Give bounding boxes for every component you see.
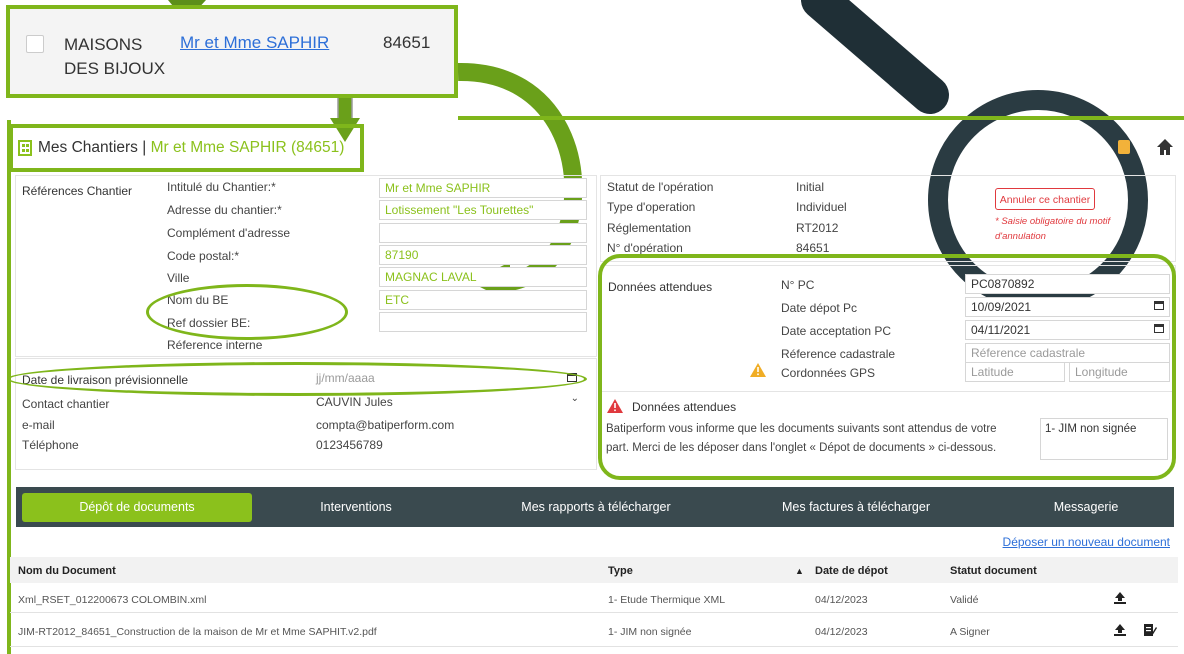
ville-input[interactable]: MAGNAC LAVAL [379, 267, 587, 287]
table-row-1-type: 1- Etude Thermique XML [608, 594, 726, 606]
contact-select[interactable]: CAUVIN Jules ⌄ [310, 393, 585, 411]
intitule-input[interactable]: Mr et Mme SAPHIR [379, 178, 587, 198]
nom-be-input[interactable]: ETC [379, 290, 587, 310]
table-row-1-status: Validé [950, 594, 979, 606]
row-divider [10, 646, 1178, 647]
op-label-reglementation: Réglementation [607, 221, 692, 235]
op-value-numero: 84651 [796, 241, 830, 255]
phone-value: 0123456789 [316, 438, 383, 452]
tab-interventions[interactable]: Interventions [286, 487, 426, 527]
table-row-1-name: Xml_RSET_012200673 COLOMBIN.xml [18, 594, 207, 606]
col-header-name[interactable]: Nom du Document [18, 565, 116, 577]
magnifier-handle [801, 0, 949, 114]
op-label-numero: N° d'opération [607, 241, 683, 255]
upload-icon[interactable] [1113, 623, 1127, 642]
contact-select-value: CAUVIN Jules [316, 395, 393, 409]
be-highlight-oval [146, 284, 348, 340]
building-icon [18, 140, 32, 156]
col-header-type[interactable]: Type [608, 565, 633, 577]
tab-depot-documents[interactable]: Dépôt de documents [22, 493, 252, 522]
tab-messagerie[interactable]: Messagerie [1026, 487, 1146, 527]
complement-input[interactable] [379, 223, 587, 243]
row-divider [10, 612, 1178, 613]
table-row-2-status: A Signer [950, 626, 990, 638]
op-value-statut: Initial [796, 180, 825, 194]
livraison-highlight-oval [7, 362, 587, 396]
lock-icon[interactable] [1118, 140, 1130, 154]
upload-new-document-link[interactable]: Déposer un nouveau document [1003, 535, 1170, 549]
list-row-name-line1: MAISONS [64, 35, 143, 54]
page-title-label: Mes Chantiers | [38, 139, 147, 156]
op-label-statut: Statut de l'opération [607, 180, 714, 194]
phone-label: Téléphone [22, 438, 79, 452]
ref-be-input[interactable] [379, 312, 587, 332]
list-row-code: 84651 [383, 33, 431, 52]
table-row-2-type: 1- JIM non signée [608, 626, 692, 638]
email-value: compta@batiperform.com [316, 418, 455, 432]
row-checkbox[interactable] [26, 35, 44, 53]
client-link[interactable]: Mr et Mme SAPHIR [180, 33, 329, 53]
email-label: e-mail [22, 418, 55, 432]
table-row-2-date: 04/12/2023 [815, 626, 868, 638]
contact-label: Contact chantier [22, 397, 110, 411]
col-header-date[interactable]: Date de dépot [815, 565, 888, 577]
col-header-status[interactable]: Statut document [950, 565, 1037, 577]
home-icon[interactable] [1156, 138, 1174, 156]
field-label-ville: Ville [167, 271, 190, 285]
cancel-note: * Saisie obligatoire du motif d'annulati… [995, 216, 1111, 242]
adresse-input[interactable]: Lotissement "Les Tourettes" [379, 200, 587, 220]
cancel-chantier-button[interactable]: Annuler ce chantier [995, 188, 1095, 210]
tab-factures[interactable]: Mes factures à télécharger [751, 487, 961, 527]
tab-rapports[interactable]: Mes rapports à télécharger [486, 487, 706, 527]
table-row-2-name: JIM-RT2012_84651_Construction de la mais… [18, 626, 377, 638]
chevron-down-icon: ⌄ [570, 393, 579, 404]
page-title-chantier: Mr et Mme SAPHIR (84651) [150, 139, 345, 156]
references-section-label: Références Chantier [22, 184, 133, 198]
field-label-code-postal: Code postal:* [167, 249, 240, 263]
op-label-type: Type d'operation [607, 200, 696, 214]
table-row-1-date: 04/12/2023 [815, 594, 868, 606]
code-postal-input[interactable]: 87190 [379, 245, 587, 265]
page-title: Mes Chantiers | Mr et Mme SAPHIR (84651) [38, 139, 344, 157]
op-value-reglementation: RT2012 [796, 221, 839, 235]
tab-bar: Dépôt de documents Interventions Mes rap… [16, 487, 1174, 527]
field-label-adresse: Adresse du chantier:* [167, 203, 282, 217]
field-label-complement: Complément d'adresse [167, 226, 291, 240]
list-row-name-line2: DES BIJOUX [64, 59, 166, 78]
op-value-type: Individuel [796, 200, 847, 214]
sort-asc-icon[interactable]: ▲ [795, 566, 804, 576]
field-label-ref-interne: Réference interne [167, 338, 263, 352]
donnees-highlight-box [598, 254, 1176, 480]
list-row-name: MAISONS DES BIJOUX [64, 33, 165, 81]
sign-document-icon[interactable] [1143, 623, 1157, 642]
upload-icon[interactable] [1113, 591, 1127, 610]
field-label-intitule: Intitulé du Chantier:* [167, 180, 276, 194]
